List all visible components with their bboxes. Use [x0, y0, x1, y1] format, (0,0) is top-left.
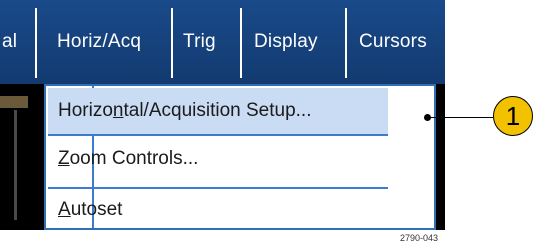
- menu-item-horiz-acq[interactable]: Horiz/Acq: [57, 0, 141, 84]
- option-label: Zoom Controls...: [58, 148, 199, 169]
- menu-item-label: Trig: [183, 31, 216, 52]
- menu-item-display[interactable]: Display: [254, 0, 318, 84]
- menu-item-cursors[interactable]: Cursors: [359, 0, 427, 84]
- option-label: Horizontal/Acquisition Setup...: [58, 100, 312, 121]
- menu-option-horizontal-acquisition-setup[interactable]: Horizontal/Acquisition Setup...: [48, 88, 388, 134]
- waveform-fragment: [0, 96, 28, 108]
- callout-badge: 1: [493, 96, 533, 136]
- menu-item-partial[interactable]: al: [2, 0, 17, 84]
- menu-separator: [171, 8, 173, 78]
- callout-number: 1: [505, 100, 521, 131]
- menu-bar: al Horiz/Acq Trig Display Cursors: [0, 0, 445, 84]
- menu-item-label: Display: [254, 31, 318, 52]
- menu-separator: [240, 8, 242, 78]
- callout-leader-line: [427, 117, 493, 118]
- menu-item-label: Cursors: [359, 31, 427, 52]
- menu-option-autoset[interactable]: Autoset: [48, 190, 388, 230]
- menu-separator: [35, 8, 37, 78]
- figure-code: 2790-043: [400, 233, 439, 243]
- dropdown-separator: [48, 187, 388, 189]
- menu-item-label: al: [2, 31, 18, 52]
- menu-item-trig[interactable]: Trig: [183, 0, 216, 84]
- menu-option-zoom-controls[interactable]: Zoom Controls...: [48, 136, 388, 182]
- menu-separator: [345, 8, 347, 78]
- option-label: Autoset: [58, 199, 123, 220]
- menu-item-label: Horiz/Acq: [57, 31, 142, 52]
- waveform-fragment: [14, 110, 17, 220]
